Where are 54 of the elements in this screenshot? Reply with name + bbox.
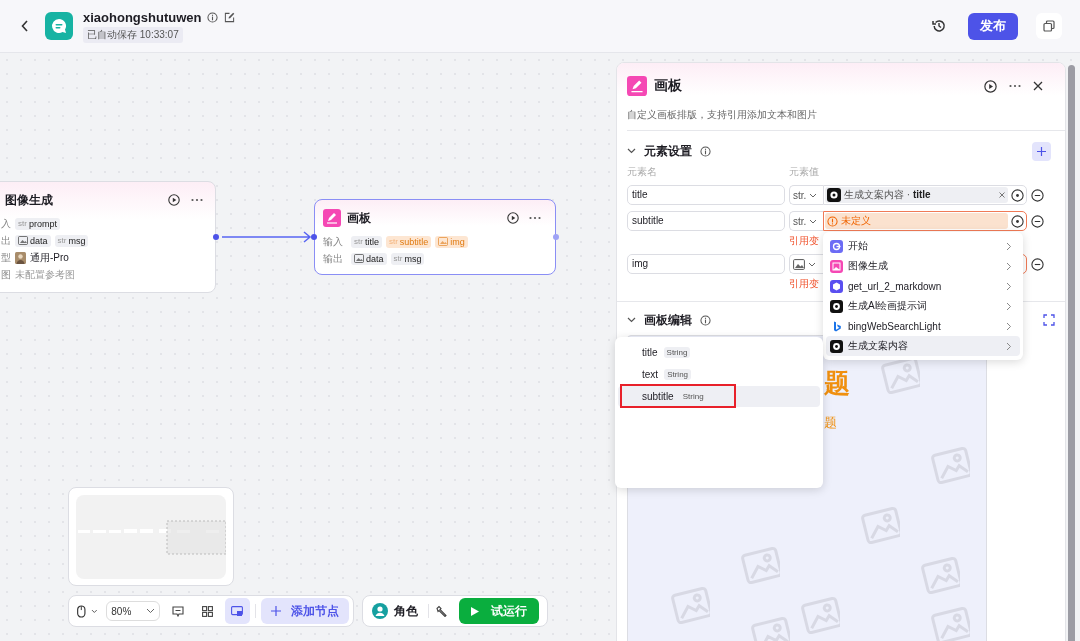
row-label: 输出 <box>323 251 344 266</box>
section-title: 画板编辑 <box>644 311 692 329</box>
preview-title: 题 <box>824 367 850 400</box>
panel-description: 自定义画板排版，支持引用添加文本和图片 <box>627 108 1065 131</box>
error-message: 引用变 <box>789 277 819 291</box>
workflow-node[interactable]: 图像生成 入 str prompt 出 data str msg 型 通用-Pro 图 未配置参考图 <box>0 181 216 293</box>
variable-tag: str title <box>351 235 382 248</box>
row-label: 图 <box>1 267 11 282</box>
type-label: str. <box>793 189 807 201</box>
app-title: xiaohongshutuwen <box>83 9 202 25</box>
section-title: 元素设置 <box>644 142 692 160</box>
variable-tag: str msg <box>390 252 425 265</box>
autosave-badge: 已自动保存 10:33:07 <box>83 26 183 43</box>
type-select[interactable]: str. <box>789 185 823 205</box>
zoom-value: 80% <box>111 605 132 617</box>
row-label: 输入 <box>323 234 344 249</box>
node-title: 图像生成 <box>5 191 53 209</box>
node-menu-item[interactable]: 开始 <box>826 236 1020 256</box>
node-menu-item[interactable]: 生成AI绘画提示词 <box>826 296 1020 316</box>
publish-button[interactable]: 发布 <box>968 12 1018 40</box>
workflow-node[interactable]: 画板 输入 str title str subtitle img 输出 data str msg <box>314 199 556 275</box>
reference-status: 未配置参考图 <box>15 267 75 282</box>
variable-tag: str subtitle <box>385 235 432 248</box>
type-select[interactable]: str. <box>789 211 823 231</box>
undefined-label: 未定义 <box>841 214 871 228</box>
node-menu-item[interactable]: bingWebSearchLight <box>826 316 1020 336</box>
reference-value-field[interactable]: 生成文案内容 · title <box>823 185 1027 205</box>
element-name-field[interactable]: subtitle <box>627 211 785 231</box>
error-message: 引用变 <box>789 234 819 248</box>
variable-tag: str prompt <box>15 217 60 230</box>
row-label: 型 <box>1 250 11 265</box>
node-menu-item[interactable]: 图像生成 <box>826 256 1020 276</box>
reference-text: 生成文案内容 · title <box>844 188 931 202</box>
element-name-field[interactable]: img <box>627 254 785 274</box>
variable-tag: data <box>15 234 51 247</box>
preview-subtitle: 题 <box>824 414 837 432</box>
role-label[interactable]: 角色 <box>394 602 418 620</box>
variable-tag: img <box>435 235 468 248</box>
node-title: 画板 <box>347 209 371 227</box>
variable-tag: str msg <box>54 234 89 247</box>
node-menu-item[interactable]: 生成文案内容 <box>826 336 1020 356</box>
row-label: 出 <box>1 233 11 248</box>
column-header: 元素值 <box>789 165 819 179</box>
node-menu-item[interactable]: get_url_2_markdown <box>826 276 1020 296</box>
element-name-field[interactable]: title <box>627 185 785 205</box>
add-node-button[interactable]: 添加节点 <box>260 598 349 624</box>
type-label: str. <box>793 215 807 227</box>
panel-title: 画板 <box>654 77 682 95</box>
variable-tag: data <box>351 252 387 265</box>
zoom-select[interactable]: 80% <box>106 601 161 621</box>
field-menu-item[interactable]: subtitle String <box>618 386 820 407</box>
row-label: 入 <box>1 216 11 231</box>
column-header: 元素名 <box>627 165 658 179</box>
model-name: 通用-Pro <box>30 250 69 265</box>
